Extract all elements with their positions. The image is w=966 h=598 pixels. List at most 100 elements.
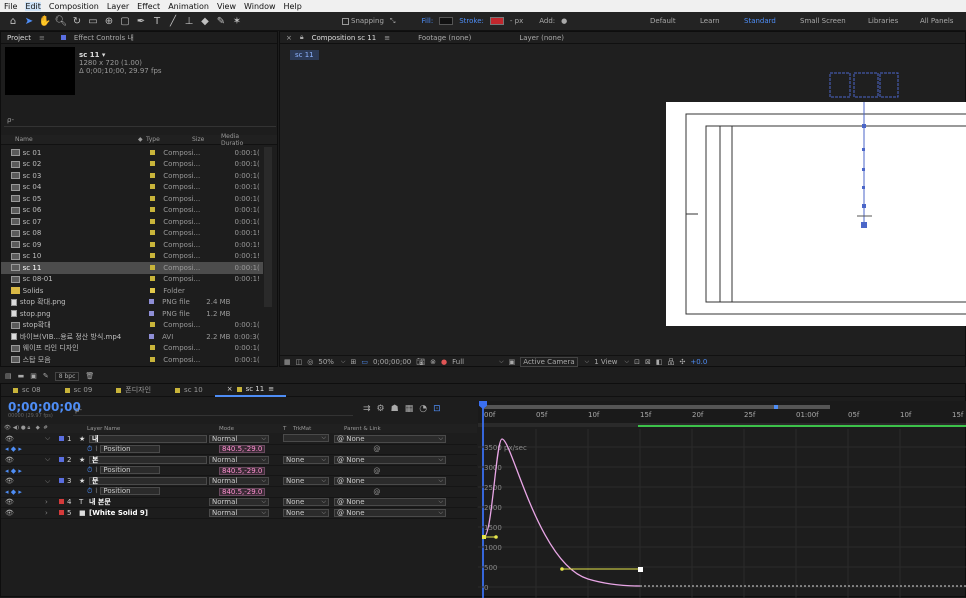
hand-tool-icon[interactable]: ✋ bbox=[38, 14, 52, 28]
menu-edit[interactable]: Edit bbox=[25, 1, 41, 11]
motion-blur-icon[interactable]: ◔ bbox=[419, 404, 427, 414]
snap-options-icon[interactable]: ⤡ bbox=[390, 17, 396, 26]
expand-arrow-icon[interactable]: ⌵ bbox=[45, 477, 59, 486]
project-item[interactable]: sc 06 Composi... 0:00:1( bbox=[1, 205, 263, 217]
frame-blending-icon[interactable]: ▦ bbox=[405, 404, 414, 414]
tab-menu-icon[interactable]: ≡ bbox=[268, 385, 274, 393]
comp-name[interactable]: sc 11 ▾ bbox=[79, 51, 162, 59]
label-swatch[interactable] bbox=[149, 149, 163, 157]
pen-tool-icon[interactable]: ✒ bbox=[134, 14, 148, 28]
tab-effect-controls[interactable]: Effect Controls 내 bbox=[74, 33, 134, 43]
timeline-tab[interactable]: sc 10 bbox=[163, 384, 215, 397]
layer-name[interactable]: 문 bbox=[89, 477, 207, 486]
menu-window[interactable]: Window bbox=[244, 2, 276, 11]
puppet-tool-icon[interactable]: ✶ bbox=[230, 14, 244, 28]
mask-icon[interactable]: ◎ bbox=[307, 358, 313, 366]
label-swatch[interactable] bbox=[148, 310, 162, 318]
parent-pickwhip-icon[interactable]: @ bbox=[337, 435, 344, 443]
col-duration[interactable]: Media Duratio bbox=[221, 133, 251, 147]
view-layout-select[interactable]: 1 View bbox=[594, 358, 617, 366]
parent-select[interactable]: None bbox=[346, 435, 364, 443]
adjust-icon[interactable]: ✎ bbox=[43, 372, 49, 380]
layer-row[interactable]: 👁︎ › 5 ■ [White Solid 9] Normal ⌵ None ⌵ @ None ⌵ bbox=[1, 508, 477, 519]
type-tool-icon[interactable]: T bbox=[150, 14, 164, 28]
timeline-tab[interactable]: × sc 11 ≡ bbox=[214, 384, 287, 397]
layer-name[interactable]: 내 본문 bbox=[89, 498, 111, 506]
eraser-tool-icon[interactable]: ◆ bbox=[198, 14, 212, 28]
label-swatch[interactable] bbox=[149, 172, 163, 180]
viewer-timecode[interactable]: 0;00;00;00 bbox=[373, 358, 411, 366]
keyframe-nav-icon[interactable]: ◂ ◆ ▸ bbox=[1, 445, 87, 453]
menu-view[interactable]: View bbox=[217, 2, 236, 11]
label-swatch[interactable] bbox=[148, 333, 162, 341]
layer-name[interactable]: 내 bbox=[89, 434, 207, 443]
timeline-tab[interactable]: sc 09 bbox=[53, 384, 105, 397]
layer-row[interactable]: 👁︎ › 4 T 내 본문 Normal ⌵ None ⌵ @ None ⌵ bbox=[1, 498, 477, 509]
graph-toggle-icon[interactable]: ⌇ bbox=[95, 466, 98, 474]
menu-effect[interactable]: Effect bbox=[137, 2, 160, 11]
col-name[interactable]: Name bbox=[1, 136, 138, 143]
timeline-tab[interactable]: 폰디자인 bbox=[104, 384, 163, 397]
visibility-icon[interactable]: 👁︎ bbox=[1, 477, 45, 485]
interpret-footage-icon[interactable]: ▤ bbox=[5, 372, 12, 380]
graph-toggle-icon[interactable]: ⌇ bbox=[95, 445, 98, 453]
menu-composition[interactable]: Composition bbox=[49, 2, 99, 11]
fast-preview-icon[interactable]: ◧ bbox=[656, 358, 663, 366]
expand-arrow-icon[interactable]: › bbox=[45, 509, 59, 517]
layer-color-swatch[interactable] bbox=[59, 456, 64, 462]
project-item[interactable]: sc 02 Composi... 0:00:1( bbox=[1, 159, 263, 171]
property-value[interactable]: 840.5,-29.0 bbox=[219, 466, 266, 475]
project-item[interactable]: stop 확대.png PNG file 2.4 MB bbox=[1, 297, 263, 309]
brush-tool-icon[interactable]: ╱ bbox=[166, 14, 180, 28]
exposure-icon[interactable]: ✣ bbox=[679, 358, 685, 366]
expand-arrow-icon[interactable]: ⌵ bbox=[45, 455, 59, 464]
workspace-default[interactable]: Default bbox=[650, 17, 676, 25]
project-item[interactable]: sc 08 Composi... 0:00:1! bbox=[1, 228, 263, 240]
parent-pickwhip-icon[interactable]: @ bbox=[337, 498, 344, 506]
keyframe-nav-icon[interactable]: ◂ ◆ ▸ bbox=[1, 467, 87, 475]
label-swatch[interactable] bbox=[149, 206, 163, 214]
stopwatch-icon[interactable]: ⏱︎ bbox=[87, 487, 92, 495]
col-trkmat[interactable]: TrkMat bbox=[293, 426, 344, 432]
parent-pickwhip-icon[interactable]: @ bbox=[337, 509, 344, 517]
workspace-all-panels[interactable]: All Panels bbox=[920, 17, 953, 25]
graph-editor-icon[interactable]: ⊡ bbox=[433, 404, 441, 414]
snapping-checkbox[interactable]: Snapping bbox=[342, 17, 384, 25]
stopwatch-icon[interactable]: ⏱︎ bbox=[87, 466, 92, 474]
workspace-small-screen[interactable]: Small Screen bbox=[800, 17, 846, 25]
shy-layers-icon[interactable]: ☗ bbox=[391, 404, 399, 414]
home-icon[interactable]: ⌂ bbox=[6, 14, 20, 28]
roto-brush-tool-icon[interactable]: ✎ bbox=[214, 14, 228, 28]
comp-mini-flowchart-icon[interactable]: ⇉ bbox=[363, 404, 371, 414]
col-mode[interactable]: Mode bbox=[219, 426, 283, 432]
zoom-tool-icon[interactable]: 🔍︎ bbox=[54, 14, 68, 28]
trkmat-select[interactable]: None bbox=[286, 478, 304, 485]
project-item[interactable]: sc 03 Composi... 0:00:1( bbox=[1, 170, 263, 182]
label-swatch[interactable] bbox=[149, 241, 163, 249]
toggle-pixel-icon[interactable]: ⊡ bbox=[634, 358, 640, 366]
menu-file[interactable]: File bbox=[4, 2, 17, 11]
property-value[interactable]: 840.5,-29.0 bbox=[219, 445, 266, 454]
timeline-tab[interactable]: sc 08 bbox=[1, 384, 53, 397]
parent-select[interactable]: None bbox=[346, 456, 364, 464]
expand-arrow-icon[interactable]: ⌵ bbox=[45, 434, 59, 443]
layer-row[interactable]: 👁︎ ⌵ 1 ★ 내 Normal ⌵ ⌵ @ None ⌵ bbox=[1, 434, 477, 445]
property-value[interactable]: 840.5,-29.0 bbox=[219, 487, 266, 496]
camera-tool-icon[interactable]: ▭ bbox=[86, 14, 100, 28]
camera-select[interactable]: Active Camera bbox=[520, 356, 578, 367]
project-item[interactable]: stop.png PNG file 1.2 MB bbox=[1, 308, 263, 320]
col-parent[interactable]: Parent & Link bbox=[344, 426, 381, 432]
bpc-label[interactable]: 8 bpc bbox=[54, 371, 80, 381]
timeline-search-input[interactable]: ρ- bbox=[73, 406, 353, 416]
timeline-timecode[interactable]: 0;00;00;00 bbox=[8, 401, 81, 413]
vr-icon[interactable]: ◫ bbox=[296, 358, 303, 366]
rectangle-tool-icon[interactable]: ▢ bbox=[118, 14, 132, 28]
stroke-width[interactable]: - px bbox=[510, 17, 523, 25]
label-swatch[interactable] bbox=[149, 218, 163, 226]
comp-breadcrumb[interactable]: sc 11 bbox=[290, 50, 319, 60]
menu-layer[interactable]: Layer bbox=[107, 2, 129, 11]
label-swatch[interactable] bbox=[149, 344, 163, 352]
expression-pickwhip-icon[interactable]: @ bbox=[373, 488, 380, 496]
resolution-select[interactable]: Full bbox=[452, 358, 464, 366]
lock-icon[interactable]: 🔒︎ bbox=[300, 33, 304, 42]
